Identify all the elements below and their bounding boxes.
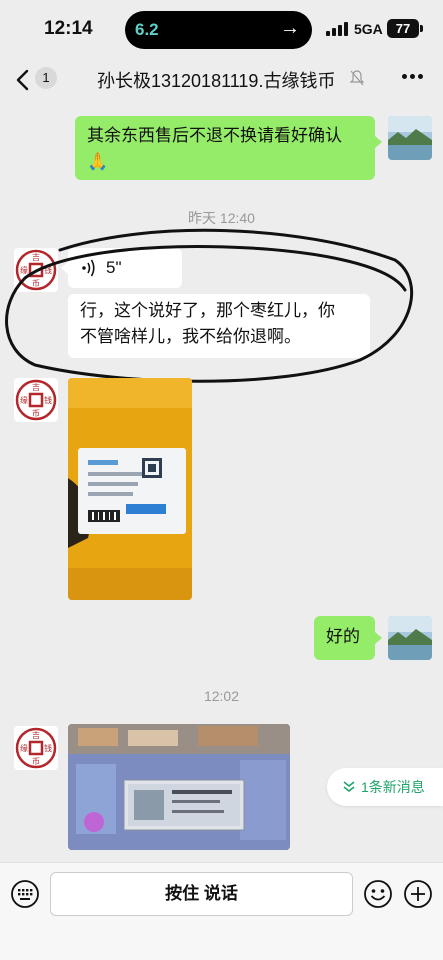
double-chevron-down-icon (343, 781, 355, 793)
chat-messages[interactable]: 其余东西售后不退不换请看好确认🙏 昨天 12:40 吉 缘 钱 币 5" 行，这… (0, 102, 443, 862)
svg-text:钱: 钱 (44, 743, 52, 753)
message-text: 好的 (326, 627, 360, 646)
battery-icon: 77 (387, 19, 419, 38)
chat-header: 1 孙长极13120181119.古缘钱币 (0, 60, 443, 102)
signal-icon (326, 22, 348, 36)
dynamic-island[interactable]: 6.2 → (125, 11, 312, 49)
message-bubble-outgoing[interactable]: 好的 (314, 616, 375, 660)
svg-text:缘: 缘 (20, 395, 28, 405)
landscape-avatar-image (388, 616, 432, 660)
svg-text:钱: 钱 (44, 395, 52, 405)
coin-shop-logo: 吉 缘 钱 币 (15, 379, 57, 421)
contact-avatar[interactable]: 吉 缘 钱 币 (14, 726, 58, 770)
unread-count-badge[interactable]: 1 (35, 67, 57, 89)
mute-bell-icon (350, 70, 364, 86)
hold-to-talk-button[interactable]: 按住 说话 (50, 872, 353, 916)
bubble-tail (375, 136, 382, 148)
plus-icon[interactable] (403, 879, 433, 909)
banknote-photo[interactable] (68, 724, 290, 850)
bubble-tail (375, 632, 382, 644)
timestamp: 12:02 (203, 688, 240, 704)
svg-text:币: 币 (32, 757, 40, 766)
svg-text:缘: 缘 (20, 743, 28, 753)
svg-text:吉: 吉 (32, 731, 40, 740)
status-bar: 12:14 6.2 → 5GA 77 (0, 0, 443, 60)
more-options-icon[interactable] (402, 74, 424, 82)
contact-avatar[interactable]: 吉 缘 钱 币 (14, 378, 58, 422)
new-messages-label: 1条新消息 (361, 779, 425, 795)
emoji-icon[interactable] (363, 879, 393, 909)
new-messages-pill[interactable]: 1条新消息 (327, 768, 443, 806)
message-text: 其余东西售后不退不换请看好确认🙏 (87, 126, 342, 171)
keyboard-toggle-icon[interactable] (10, 879, 40, 909)
island-text: 6.2 (135, 20, 159, 39)
package-photo[interactable] (68, 378, 192, 600)
back-chevron-icon[interactable] (14, 68, 32, 92)
navigation-arrow-icon: → (280, 17, 300, 39)
input-bar: 按住 说话 (0, 862, 443, 960)
hand-drawn-circle-annotation (5, 228, 414, 383)
banknote-image (68, 724, 290, 850)
chat-title[interactable]: 孙长极13120181119.古缘钱币 (97, 67, 335, 93)
network-type: 5GA (354, 21, 383, 37)
coin-shop-logo: 吉 缘 钱 币 (15, 727, 57, 769)
svg-text:吉: 吉 (32, 383, 40, 392)
self-avatar[interactable] (388, 616, 432, 660)
status-time: 12:14 (44, 18, 93, 39)
package-image (68, 378, 192, 600)
landscape-avatar-image (388, 116, 432, 160)
message-bubble-outgoing[interactable]: 其余东西售后不退不换请看好确认🙏 (75, 116, 375, 180)
battery-tip (420, 25, 423, 32)
self-avatar[interactable] (388, 116, 432, 160)
svg-text:币: 币 (32, 409, 40, 418)
